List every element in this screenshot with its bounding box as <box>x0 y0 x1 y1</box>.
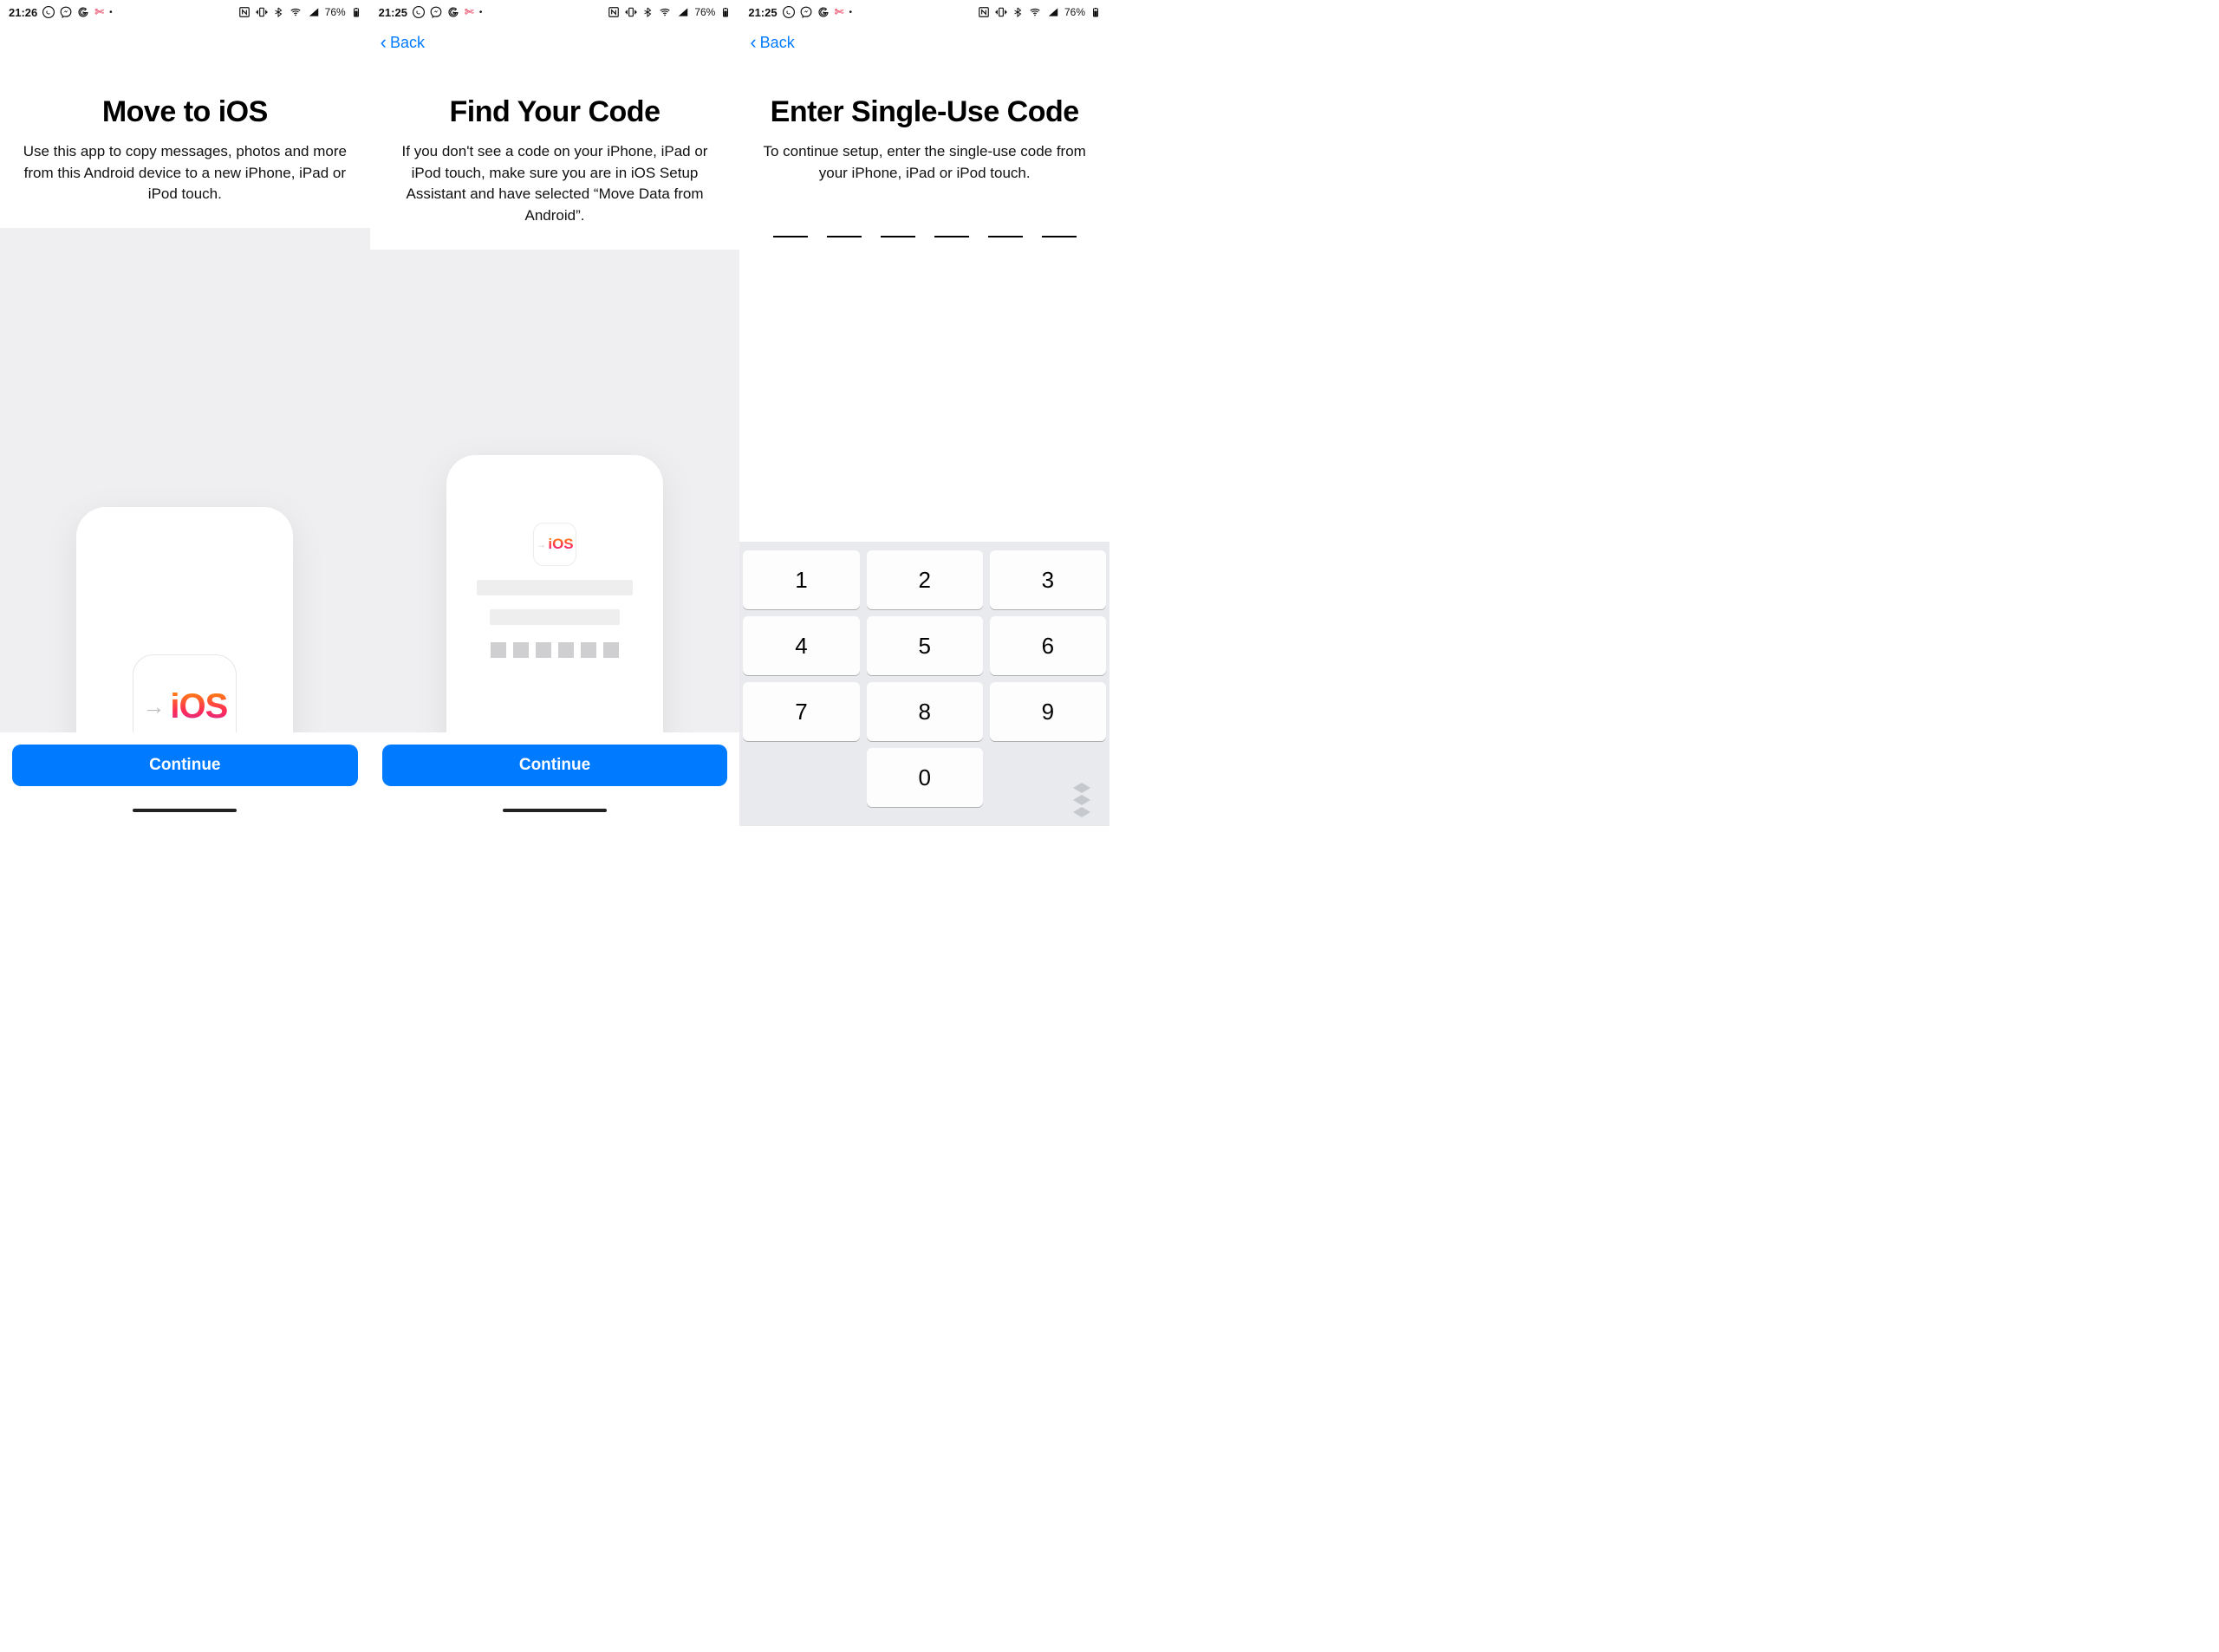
continue-button[interactable]: Continue <box>382 745 728 786</box>
vibrate-icon <box>256 6 268 18</box>
wifi-icon <box>658 6 672 18</box>
whatsapp-icon <box>783 6 795 18</box>
page-title: Move to iOS <box>16 95 355 129</box>
more-dot-icon: • <box>479 8 483 17</box>
page-subtitle: If you don't see a code on your iPhone, … <box>386 141 725 227</box>
keypad-key-3[interactable]: 3 <box>990 550 1106 609</box>
phone-mock: → iOS <box>76 507 293 732</box>
whatsapp-icon <box>42 6 55 18</box>
back-button[interactable]: ‹ Back <box>750 33 794 52</box>
battery-icon <box>1090 5 1101 19</box>
nfc-icon <box>978 6 990 18</box>
messenger-icon <box>430 6 442 18</box>
back-label: Back <box>390 34 425 52</box>
battery-percent: 76% <box>325 6 346 18</box>
page-title: Enter Single-Use Code <box>755 95 1094 129</box>
whatsapp-icon <box>413 6 425 18</box>
nav-row <box>0 24 370 61</box>
scissors-icon: ✄ <box>465 5 474 19</box>
ios-app-icon: → iOS <box>533 523 576 566</box>
arrow-right-icon: → <box>142 693 165 720</box>
page-subtitle: To continue setup, enter the single-use … <box>755 141 1094 184</box>
keypad-key-6[interactable]: 6 <box>990 616 1106 675</box>
back-button[interactable]: ‹ Back <box>381 33 425 52</box>
home-indicator[interactable] <box>133 809 237 812</box>
continue-button[interactable]: Continue <box>12 745 358 786</box>
nfc-icon <box>238 6 251 18</box>
ios-label: iOS <box>548 536 573 553</box>
signal-icon <box>1047 6 1059 18</box>
screen-find-your-code: 21:25 ✄ • 76% ‹ Back Find Your Code If y… <box>370 0 740 826</box>
messenger-icon <box>800 6 812 18</box>
watermark-logo-icon <box>1061 779 1103 821</box>
keypad-key-5[interactable]: 5 <box>867 616 983 675</box>
scissors-icon: ✄ <box>835 5 844 19</box>
placeholder-line <box>477 580 633 595</box>
google-icon <box>77 6 89 18</box>
signal-icon <box>677 6 689 18</box>
keypad-key-1[interactable]: 1 <box>743 550 859 609</box>
keypad-key-7[interactable]: 7 <box>743 682 859 741</box>
hero-illustration: → iOS <box>370 250 740 732</box>
battery-percent: 76% <box>694 6 715 18</box>
bluetooth-icon <box>273 6 283 18</box>
hero-illustration: → iOS <box>0 228 370 732</box>
status-bar: 21:25 ✄ • 76% <box>739 0 1110 24</box>
messenger-icon <box>60 6 72 18</box>
keypad-key-8[interactable]: 8 <box>867 682 983 741</box>
keypad-key-2[interactable]: 2 <box>867 550 983 609</box>
page-subtitle: Use this app to copy messages, photos an… <box>16 141 355 205</box>
placeholder-line <box>490 609 620 625</box>
arrow-right-icon: → <box>536 538 546 550</box>
more-dot-icon: • <box>109 8 113 17</box>
chevron-left-icon: ‹ <box>750 33 756 52</box>
more-dot-icon: • <box>849 8 853 17</box>
home-indicator[interactable] <box>503 809 607 812</box>
vibrate-icon <box>995 6 1007 18</box>
bluetooth-icon <box>1012 6 1023 18</box>
status-bar: 21:25 ✄ • 76% <box>370 0 740 24</box>
chevron-left-icon: ‹ <box>381 33 387 52</box>
google-icon <box>447 6 459 18</box>
screen-enter-code: 21:25 ✄ • 76% ‹ Back Enter Single-Use Co… <box>739 0 1110 826</box>
wifi-icon <box>1028 6 1042 18</box>
status-bar: 21:26 ✄ • 76% <box>0 0 370 24</box>
screen-move-to-ios: 21:26 ✄ • 76% Move to iOS Use this app t… <box>0 0 370 826</box>
placeholder-code-boxes <box>491 642 619 658</box>
back-label: Back <box>760 34 795 52</box>
phone-mock: → iOS <box>446 455 663 732</box>
ios-app-icon: → iOS <box>133 654 237 732</box>
battery-icon <box>720 5 731 19</box>
keypad-key-4[interactable]: 4 <box>743 616 859 675</box>
signal-icon <box>308 6 320 18</box>
wifi-icon <box>289 6 303 18</box>
scissors-icon: ✄ <box>94 5 104 19</box>
numeric-keypad: 1 2 3 4 5 6 7 8 9 0 <box>739 542 1110 826</box>
status-time: 21:25 <box>748 6 777 19</box>
battery-icon <box>351 5 361 19</box>
page-title: Find Your Code <box>386 95 725 129</box>
nfc-icon <box>608 6 620 18</box>
bluetooth-icon <box>642 6 653 18</box>
ios-label: iOS <box>170 687 227 726</box>
vibrate-icon <box>625 6 637 18</box>
keypad-key-blank <box>743 748 859 807</box>
battery-percent: 76% <box>1064 6 1085 18</box>
keypad-key-9[interactable]: 9 <box>990 682 1106 741</box>
status-time: 21:26 <box>9 6 37 19</box>
google-icon <box>817 6 830 18</box>
status-time: 21:25 <box>379 6 407 19</box>
keypad-key-0[interactable]: 0 <box>867 748 983 807</box>
